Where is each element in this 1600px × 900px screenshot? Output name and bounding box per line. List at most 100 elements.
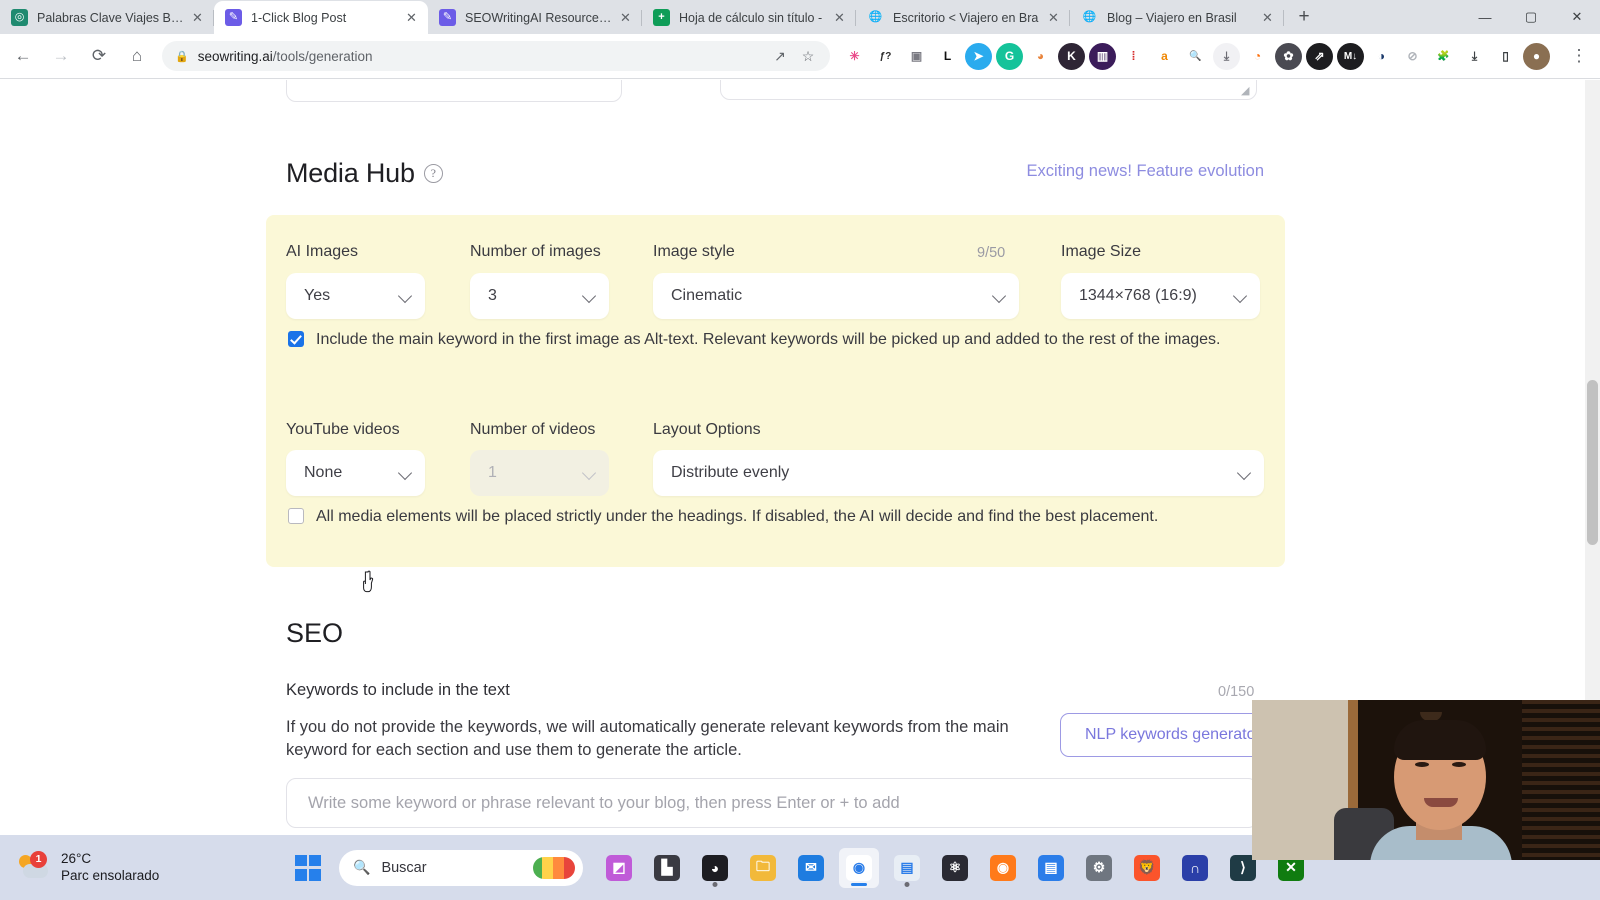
image-style-value: Cinematic xyxy=(671,287,743,304)
chevron-down-icon xyxy=(583,466,597,480)
tab-close-icon[interactable]: ✕ xyxy=(617,9,634,26)
number-of-videos-select: 1 xyxy=(470,450,609,496)
youtube-videos-select[interactable]: None xyxy=(286,450,425,496)
seowriting-pencil-icon: ✎ xyxy=(225,9,242,26)
detailed-seo-extension-icon[interactable]: ⁞ xyxy=(1120,42,1147,70)
taskbar-weather-widget[interactable]: 1 26°C Parc ensolarado xyxy=(18,850,159,884)
alt-text-checkbox[interactable] xyxy=(288,331,304,347)
number-of-videos-value: 1 xyxy=(488,464,497,481)
screenshot-camera-extension-icon[interactable]: ▣ xyxy=(903,42,930,70)
taskbar-google-chrome-icon[interactable]: ◉ xyxy=(839,847,879,888)
side-panel-icon[interactable]: ▯ xyxy=(1492,42,1519,70)
color-wheel-extension-icon[interactable]: ✳ xyxy=(841,42,868,70)
address-path: /tools/generation xyxy=(272,48,373,64)
taskbar-mail-icon[interactable]: ✉ xyxy=(791,848,831,888)
chevron-down-icon xyxy=(993,289,1007,303)
analytics-chart-extension-icon[interactable]: ⇗ xyxy=(1306,42,1333,70)
layout-options-value: Distribute evenly xyxy=(671,464,790,481)
textarea-resize-handle[interactable]: ◢ xyxy=(1241,85,1253,97)
taskbar-balloon-app-icon[interactable]: ◕ xyxy=(695,848,735,888)
tab-close-icon[interactable]: ✕ xyxy=(403,9,420,26)
new-tab-button[interactable]: + xyxy=(1290,3,1318,31)
browser-tab-3[interactable]: + Hoja de cálculo sin título - ✕ xyxy=(642,1,856,34)
previous-section-select[interactable]: None xyxy=(286,80,622,102)
page-scrollbar-thumb[interactable] xyxy=(1587,380,1598,545)
taskbar-folder-icon[interactable]: 🗀 xyxy=(743,848,783,888)
forward-button[interactable]: → xyxy=(46,41,76,71)
tab-close-icon[interactable]: ✕ xyxy=(1259,9,1276,26)
honey-extension-icon[interactable]: ◔ xyxy=(1244,42,1271,70)
window-close-button[interactable]: ✕ xyxy=(1554,0,1600,34)
help-circle-icon[interactable]: ? xyxy=(423,164,443,183)
reload-button[interactable]: ⟳ xyxy=(84,41,114,71)
tab-close-icon[interactable]: ✕ xyxy=(189,9,206,26)
browser-tab-2[interactable]: ✎ SEOWritingAI Resources, G ✕ xyxy=(428,1,642,34)
placement-checkbox-row[interactable]: All media elements will be placed strict… xyxy=(288,505,1248,530)
browser-tab-title: SEOWritingAI Resources, G xyxy=(465,10,613,25)
similarweb-extension-icon[interactable]: ▥ xyxy=(1089,42,1116,70)
seo-section-title: SEO xyxy=(286,618,344,648)
semrush-extension-icon[interactable]: ◑ xyxy=(1368,42,1395,70)
number-of-images-select[interactable]: 3 xyxy=(470,273,609,319)
windows-start-button[interactable] xyxy=(295,854,321,881)
tab-close-icon[interactable]: ✕ xyxy=(831,9,848,26)
browser-tab-1[interactable]: ✎ 1-Click Blog Post ✕ xyxy=(214,1,428,34)
taskbar-atom-app-icon[interactable]: ⚛ xyxy=(935,848,975,888)
taskbar-notepad-app-icon[interactable]: ▤ xyxy=(887,848,927,888)
address-bar-url: seowriting.ai/tools/generation xyxy=(198,49,373,64)
placement-checkbox[interactable] xyxy=(288,508,304,524)
image-size-value: 1344×768 (16:9) xyxy=(1079,287,1197,304)
search-magnifier-extension-icon[interactable]: 🔍 xyxy=(1182,42,1209,70)
browser-tab-title: 1-Click Blog Post xyxy=(251,10,347,25)
telegram-extension-icon[interactable]: ➤ xyxy=(965,42,992,70)
media-hub-panel: AI Images Number of images Image style 9… xyxy=(266,215,1285,567)
puzzle-dark-extension-icon[interactable]: ✿ xyxy=(1275,42,1302,70)
chatgpt-bot-extension-icon[interactable]: ◕ xyxy=(1027,42,1054,70)
disabled-circle-extension-icon[interactable]: ⊘ xyxy=(1399,42,1426,70)
lighthouse-l-extension-icon[interactable]: L xyxy=(934,42,961,70)
taskbar-headphones-audio-icon[interactable]: ∩ xyxy=(1175,848,1215,888)
window-maximize-button[interactable]: ▢ xyxy=(1508,0,1554,34)
taskbar-file-explorer-dark-icon[interactable]: ▙ xyxy=(647,848,687,888)
profile-avatar-icon[interactable]: ● xyxy=(1523,42,1550,70)
back-button[interactable]: ← xyxy=(8,41,38,71)
address-bar[interactable]: 🔒 seowriting.ai/tools/generation ↗ ☆ xyxy=(162,41,830,71)
taskbar-settings-gear-icon[interactable]: ⚙ xyxy=(1079,848,1119,888)
browser-tab-5[interactable]: 🌐 Blog – Viajero en Brasil ✕ xyxy=(1070,1,1284,34)
taskbar-search-box[interactable]: 🔍 Buscar xyxy=(339,849,583,886)
extensions-puzzle-icon[interactable]: 🧩 xyxy=(1430,42,1457,70)
taskbar-mozilla-firefox-icon[interactable]: ◉ xyxy=(983,848,1023,888)
taskbar-search-placeholder: Buscar xyxy=(381,859,427,876)
fontface-ninja-extension-icon[interactable]: ƒ? xyxy=(872,42,899,70)
amazon-extension-icon[interactable]: a xyxy=(1151,42,1178,70)
ai-images-label: AI Images xyxy=(286,243,359,260)
feature-evolution-link[interactable]: Exciting news! Feature evolution xyxy=(1026,162,1264,181)
taskbar-microsoft-copilot-pre-icon[interactable]: ◩ xyxy=(599,848,639,888)
taskbar-google-docs-icon[interactable]: ▤ xyxy=(1031,848,1071,888)
keywords-everywhere-extension-icon[interactable]: K xyxy=(1058,42,1085,70)
layout-options-select[interactable]: Distribute evenly xyxy=(653,450,1264,496)
keywords-input[interactable]: Write some keyword or phrase relevant to… xyxy=(286,778,1258,828)
previous-section-textarea[interactable]: ◢ xyxy=(720,80,1257,100)
layout-options-label: Layout Options xyxy=(653,421,761,438)
pdf-download-extension-icon[interactable]: ⤓ xyxy=(1213,42,1240,70)
markdown-extension-icon[interactable]: M↓ xyxy=(1337,42,1364,70)
tab-close-icon[interactable]: ✕ xyxy=(1045,9,1062,26)
browser-tab-0[interactable]: ◎ Palabras Clave Viajes Brasil ✕ xyxy=(0,1,214,34)
chrome-menu-icon[interactable]: ⋮ xyxy=(1564,41,1594,71)
downloads-icon[interactable]: ⤓ xyxy=(1461,42,1488,70)
ai-images-select[interactable]: Yes xyxy=(286,273,425,319)
ai-images-value: Yes xyxy=(304,287,331,304)
browser-tab-4[interactable]: 🌐 Escritorio < Viajero en Bra ✕ xyxy=(856,1,1070,34)
alt-text-checkbox-row[interactable]: Include the main keyword in the first im… xyxy=(288,328,1248,353)
taskbar-app-list: ◩ ▙ ◕ 🗀 ✉ ◉ ▤ ⚛ ◉ ▤ ⚙ 🦁 ∩ ⟩ ✕ xyxy=(595,847,1315,888)
image-style-select[interactable]: Cinematic xyxy=(653,273,1019,319)
grammarly-extension-icon[interactable]: G xyxy=(996,42,1023,70)
window-minimize-button[interactable]: — xyxy=(1462,0,1508,34)
image-size-select[interactable]: 1344×768 (16:9) xyxy=(1061,273,1260,319)
share-icon[interactable]: ↗ xyxy=(768,44,792,68)
bookmark-star-icon[interactable]: ☆ xyxy=(796,44,820,68)
taskbar-brave-browser-icon[interactable]: 🦁 xyxy=(1127,848,1167,888)
window-controls: — ▢ ✕ xyxy=(1462,0,1600,34)
home-button[interactable]: ⌂ xyxy=(122,41,152,71)
